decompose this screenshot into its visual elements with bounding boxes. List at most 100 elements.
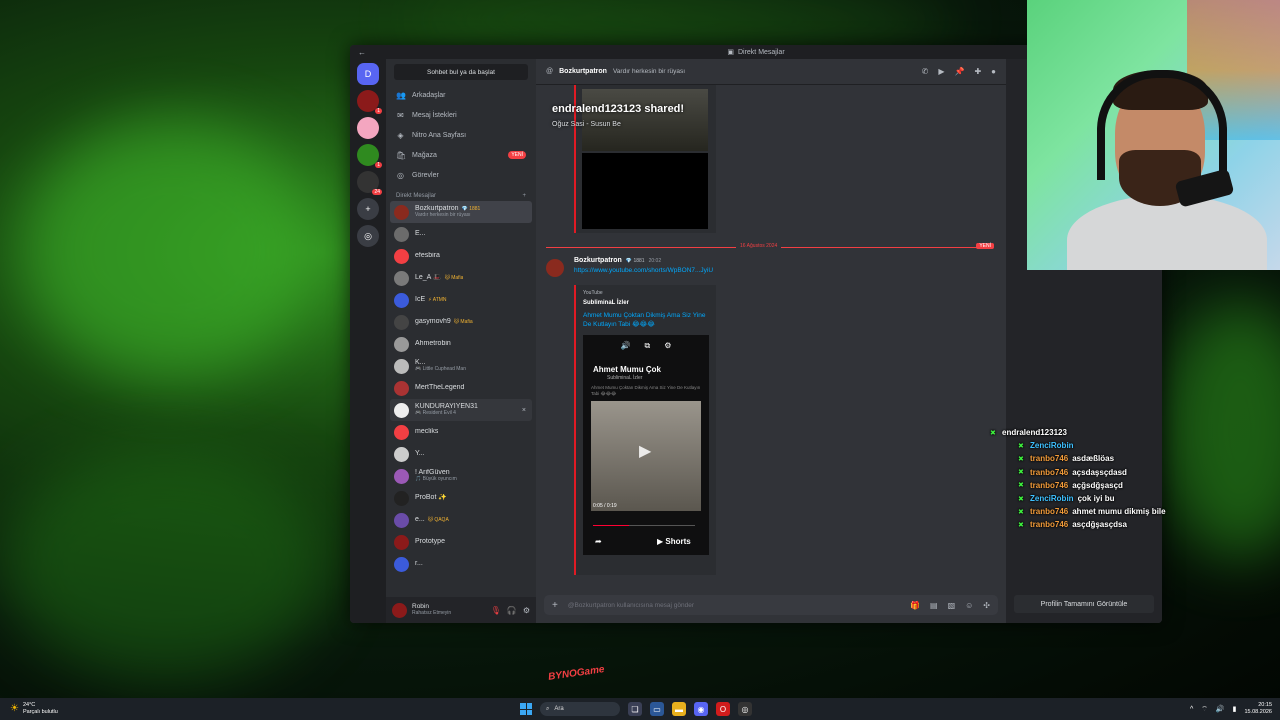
- dm-item[interactable]: Le_A 🎩 🐱 Mafia: [386, 267, 536, 289]
- dm-item[interactable]: K... 🎮 Little Cuphead Man: [386, 355, 536, 377]
- dm-item[interactable]: ProBot ✨: [386, 487, 536, 509]
- dm-item[interactable]: Prototype: [386, 531, 536, 553]
- opera-icon[interactable]: O: [716, 702, 730, 716]
- emoji-icon[interactable]: ☺: [965, 601, 973, 610]
- dm-item[interactable]: efesbira: [386, 245, 536, 267]
- recording-app-icon[interactable]: ◎: [738, 702, 752, 716]
- badge-icon: ✖: [1018, 469, 1024, 477]
- dm-item[interactable]: E...: [386, 223, 536, 245]
- nav-item-nitro[interactable]: ◈ Nitro Ana Sayfası: [386, 125, 536, 145]
- badge-icon: ✖: [1018, 521, 1024, 529]
- badge-icon: ✖: [1018, 508, 1024, 516]
- stream-chat-line: ✖ tranbo746 açğsdğşasçd: [990, 479, 1170, 492]
- file-explorer-icon[interactable]: ▭: [650, 702, 664, 716]
- nav-item-friends[interactable]: 👥 Arkadaşlar: [386, 85, 536, 105]
- video-icon[interactable]: ▶: [938, 67, 944, 76]
- dm-item[interactable]: IcE ⚡ ATMN: [386, 289, 536, 311]
- server-icon[interactable]: ◎: [357, 225, 379, 247]
- server-icon[interactable]: 24: [357, 171, 382, 195]
- avatar: [394, 534, 409, 550]
- mute-mic-icon[interactable]: 🎙: [491, 606, 501, 615]
- volume-tray-icon[interactable]: 🔊: [1216, 705, 1225, 713]
- dm-item[interactable]: ! ArifGüven 🎵 Büyük oyuncım: [386, 465, 536, 487]
- dm-item[interactable]: KUNDURAYİYEN31 🎮 Resident Evil 4 ×: [390, 399, 532, 421]
- embed-video-black[interactable]: [582, 153, 708, 229]
- youtube-player[interactable]: 🔊 ⧉ ⚙ Ahmet Mumu Çok SubliminaL İzler Ah…: [583, 335, 709, 556]
- avatar: [394, 336, 409, 352]
- nav-item-shop[interactable]: 🛍 Mağaza YENİ: [386, 145, 536, 165]
- dm-item[interactable]: r...: [386, 553, 536, 575]
- dm-item[interactable]: Y...: [386, 443, 536, 465]
- headphones: [1097, 70, 1227, 180]
- pin-icon[interactable]: 📌: [954, 67, 964, 76]
- dm-tag: 🐱 Mafia: [453, 319, 473, 326]
- message-composer[interactable]: + @Bozkurtpatron kullanıcısına mesaj gön…: [544, 595, 998, 615]
- user-avatar[interactable]: [392, 602, 407, 618]
- dm-item[interactable]: Bozkurtpatron 💎 1881 Vardır herkesin bir r…: [390, 201, 532, 223]
- avatar: [394, 446, 409, 462]
- badge-icon: ✖: [1018, 495, 1024, 503]
- video-progress[interactable]: [593, 525, 695, 527]
- message-link[interactable]: https://www.youtube.com/shorts/WpBON7...…: [574, 267, 713, 274]
- webcam-person-body: [1067, 195, 1267, 270]
- dm-item[interactable]: mecliks: [386, 421, 536, 443]
- dm-name: IcE: [415, 296, 426, 304]
- back-arrow-icon[interactable]: ←: [358, 48, 366, 57]
- dm-item[interactable]: gasymovh9 🐱 Mafia: [386, 311, 536, 333]
- embed-author[interactable]: SubliminaL İzler: [583, 300, 709, 306]
- avatar: [394, 556, 409, 572]
- server-icon[interactable]: [357, 117, 379, 139]
- task-view-icon[interactable]: ❏: [628, 702, 642, 716]
- dm-item[interactable]: MertTheLegend: [386, 377, 536, 399]
- captions-icon[interactable]: ⧉: [645, 341, 651, 351]
- settings-gear-icon[interactable]: ⚙: [523, 606, 530, 615]
- discord-home-icon[interactable]: D: [357, 63, 379, 85]
- dm-item[interactable]: e... 🐱 QAQA: [386, 509, 536, 531]
- deafen-icon[interactable]: 🎧: [507, 606, 517, 615]
- server-icon[interactable]: 1: [357, 144, 382, 168]
- composer-placeholder[interactable]: @Bozkurtpatron kullanıcısına mesaj gönde…: [568, 602, 694, 609]
- folder-icon[interactable]: ▬: [672, 702, 686, 716]
- avatar: [394, 292, 409, 308]
- dm-item[interactable]: Ahmetrobin: [386, 333, 536, 355]
- view-full-profile-button[interactable]: Profilin Tamamını Görüntüle: [1014, 595, 1154, 613]
- nav-item-mail[interactable]: ✉ Mesaj İstekleri: [386, 105, 536, 125]
- dm-name: Ahmetrobin: [415, 340, 451, 348]
- taskbar-search[interactable]: ⌕ Ara: [540, 702, 620, 716]
- upload-plus-icon[interactable]: +: [552, 600, 558, 611]
- video-frame[interactable]: ▶: [591, 401, 701, 512]
- server-icon[interactable]: 1: [357, 90, 382, 114]
- find-conversation-button[interactable]: Sohbet bul ya da başlat: [394, 64, 528, 80]
- tray-chevron-icon[interactable]: ^: [1190, 706, 1193, 713]
- start-button[interactable]: [520, 703, 532, 715]
- share-icon[interactable]: ➦: [595, 537, 602, 546]
- nav-item-quests[interactable]: ◎ Görevler: [386, 165, 536, 185]
- play-icon[interactable]: ▶: [639, 441, 651, 461]
- gif-icon[interactable]: ▤: [930, 601, 938, 610]
- settings-icon[interactable]: ⚙: [664, 341, 671, 351]
- quests-icon: ◎: [397, 170, 404, 180]
- network-icon[interactable]: ⌔: [1201, 705, 1208, 714]
- gift-icon[interactable]: 🎁: [910, 601, 920, 610]
- add-friend-icon[interactable]: ✚: [974, 67, 981, 76]
- discord-taskbar-icon[interactable]: ◉: [694, 702, 708, 716]
- add-dm-icon[interactable]: +: [522, 193, 526, 199]
- volume-icon[interactable]: 🔊: [621, 341, 631, 351]
- clock[interactable]: 20:15 15.08.2026: [1244, 702, 1272, 716]
- embed-title[interactable]: Ahmet Mumu Çoktan Dikmiş Ama Siz Yine De…: [583, 311, 709, 329]
- close-dm-icon[interactable]: ×: [522, 407, 526, 414]
- apps-icon[interactable]: ✣: [983, 601, 990, 610]
- call-icon[interactable]: ✆: [922, 67, 929, 76]
- battery-icon[interactable]: ▮: [1233, 705, 1237, 713]
- message-avatar[interactable]: [546, 259, 564, 277]
- user-panel: Robin Rahatsız Etmeyin 🎙 🎧 ⚙: [386, 597, 536, 623]
- embed-thumbnail[interactable]: [582, 89, 708, 151]
- message-author[interactable]: Bozkurtpatron: [574, 257, 622, 264]
- profile-icon[interactable]: ●: [991, 67, 996, 76]
- message-time: 20:02: [648, 257, 662, 264]
- server-icon[interactable]: +: [357, 198, 379, 220]
- stream-chat-user: tranbo746: [1030, 480, 1069, 490]
- weather-widget[interactable]: ☀ 24°C Parçalı bulutlu: [0, 702, 58, 715]
- shorts-label: Shorts: [665, 537, 691, 547]
- sticker-icon[interactable]: ▧: [948, 601, 956, 610]
